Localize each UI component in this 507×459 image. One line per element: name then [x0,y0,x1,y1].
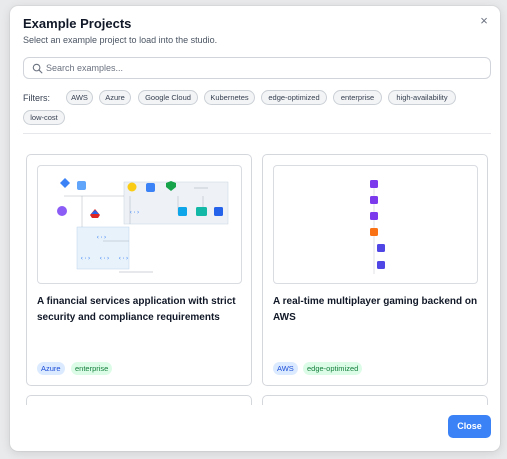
filter-chip-high-availability[interactable]: high-availability [388,90,456,105]
projects-grid: ‹·› ‹·› ‹·› ‹·› ‹·› A financial services… [23,152,493,405]
filter-chip-kubernetes[interactable]: Kubernetes [204,90,255,105]
search-box [23,57,491,79]
project-title: A real-time multiplayer gaming backend o… [273,296,478,323]
svg-text:‹·›: ‹·› [99,255,110,262]
search-icon [32,63,43,74]
filter-chip-google-cloud[interactable]: Google Cloud [138,90,198,105]
svg-text:‹·›: ‹·› [118,255,129,262]
architecture-diagram-thumbnail: ‹·› ‹·› ‹·› ‹·› ‹·› [37,165,242,284]
close-icon[interactable]: × [477,14,491,28]
tag-enterprise: enterprise [71,362,113,375]
search-input[interactable] [46,61,476,75]
filters-label: Filters: [23,93,50,103]
architecture-diagram: ‹·› ‹·› ‹·› ‹·› ‹·› [57,178,229,273]
close-button[interactable]: Close [448,415,491,438]
svg-text:‹·›: ‹·› [129,209,140,216]
svg-text:‹·›: ‹·› [80,255,91,262]
project-card[interactable]: A real-time multiplayer gaming backend o… [262,154,488,386]
filter-chip-aws[interactable]: AWS [66,90,93,105]
architecture-diagram-thumbnail [273,165,478,284]
project-title: A financial services application with st… [37,296,236,323]
modal-subtitle: Select an example project to load into t… [23,35,218,45]
divider [23,133,491,134]
example-projects-modal: × Example Projects Select an example pro… [10,6,500,451]
modal-title: Example Projects [23,16,132,31]
svg-text:‹·›: ‹·› [96,234,107,241]
tag-edge-optimized: edge-optimized [303,362,363,375]
filter-chip-edge-optimized[interactable]: edge-optimized [261,90,327,105]
filter-chip-azure[interactable]: Azure [99,90,131,105]
project-card[interactable] [26,395,252,405]
project-card[interactable] [262,395,488,405]
project-card[interactable]: ‹·› ‹·› ‹·› ‹·› ‹·› A financial services… [26,154,252,386]
filter-chip-enterprise[interactable]: enterprise [333,90,382,105]
tag-azure: Azure [37,362,65,375]
tag-aws: AWS [273,362,298,375]
architecture-diagram [370,180,385,274]
filter-chip-low-cost[interactable]: low-cost [23,110,65,125]
